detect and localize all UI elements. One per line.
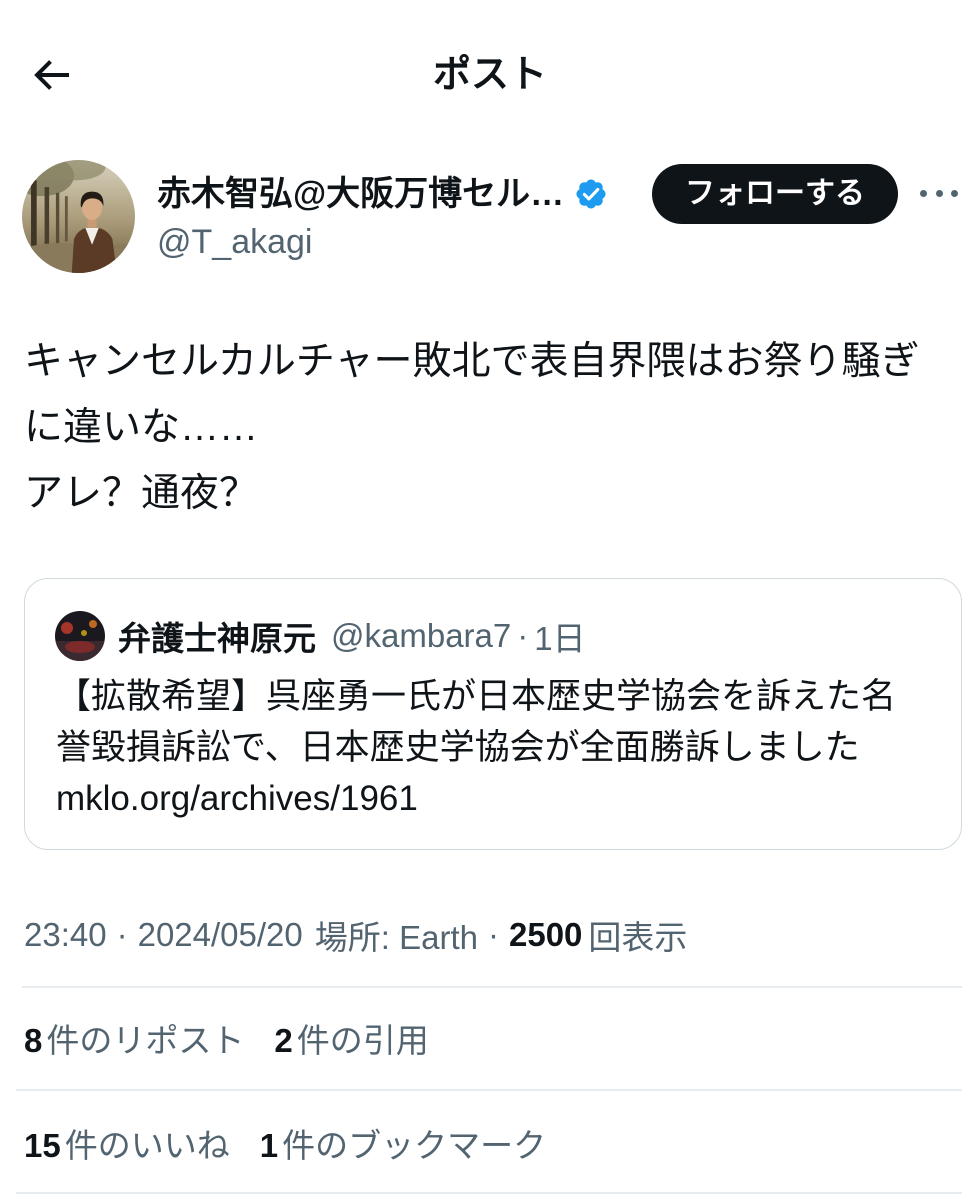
quote-timestamp: 1日	[534, 620, 586, 657]
quote-author-avatar	[55, 611, 105, 661]
arrow-left-icon	[34, 60, 69, 90]
quotes-label: 件の引用	[296, 1022, 429, 1059]
post-body: キャンセルカルチャー敗北で表自界隈はお祭り騒ぎ に違いな…… アレ？通夜？	[24, 329, 919, 527]
quote-text-line: 誉毀損訴訟で、日本歴史学協会が全面勝訴しました	[56, 728, 860, 767]
quote-body: 【拡散希望】呉座勇一氏が日本歴史学協会を訴えた名 誉毀損訴訟で、日本歴史学協会が…	[56, 671, 896, 824]
avatar-photo	[22, 160, 135, 273]
reposts-label: 件のリポスト	[46, 1022, 245, 1059]
likes-label: 件のいいね	[64, 1127, 230, 1164]
more-icon-dot	[935, 189, 943, 197]
page-title: ポスト	[432, 54, 547, 96]
post-text-line: アレ？通夜？	[24, 472, 259, 515]
quotes-link[interactable]: 2 件の引用	[274, 1014, 428, 1062]
follow-button[interactable]: フォローする	[652, 164, 898, 224]
author-avatar[interactable]	[22, 160, 135, 273]
more-options-button[interactable]	[916, 178, 962, 208]
post-text-line: キャンセルカルチャー敗北で表自界隈はお祭り騒ぎ	[24, 340, 920, 383]
engagement-row: 8 件のリポスト 2 件の引用	[24, 1013, 459, 1063]
divider	[22, 986, 962, 988]
more-icon-dot	[951, 189, 958, 197]
divider	[16, 1192, 962, 1194]
post-text-line: に違いな……	[24, 406, 259, 449]
post-date[interactable]: 2024/05/20	[138, 916, 303, 954]
quote-text-line: mklo.org/archives/1961	[56, 779, 418, 818]
quote-author-name: 弁護士神原元	[118, 620, 316, 657]
post-location: 場所: Earth	[314, 919, 478, 956]
divider	[16, 1089, 962, 1091]
reposts-count: 8	[24, 1022, 43, 1059]
author-display-name[interactable]: 赤木智弘@大阪万博セル…	[157, 168, 564, 220]
more-icon-dot	[920, 189, 927, 197]
post-time[interactable]: 23:40	[24, 916, 107, 954]
quote-separator: ·	[517, 617, 529, 654]
post-meta: 23:40 · 2024/05/20 場所: Earth · 2500 回表示	[24, 910, 687, 960]
avatar-photo	[55, 611, 105, 661]
engagement-row: 15 件のいいね 1 件のブックマーク	[24, 1118, 576, 1168]
bookmarks-label: 件のブックマーク	[282, 1127, 547, 1164]
quoted-post-card[interactable]: 弁護士神原元 @kambara7 · 1日 【拡散希望】呉座勇一氏が日本歴史学協…	[24, 578, 962, 850]
quote-header: 弁護士神原元 @kambara7 · 1日	[118, 612, 586, 660]
reposts-link[interactable]: 8 件のリポスト	[24, 1014, 244, 1062]
author-name-row[interactable]: 赤木智弘@大阪万博セル…	[157, 168, 608, 220]
likes-count: 15	[24, 1127, 61, 1164]
quotes-count: 2	[274, 1022, 293, 1059]
verified-badge-icon	[576, 179, 606, 209]
meta-separator: ·	[487, 916, 499, 953]
bookmarks-link[interactable]: 1 件のブックマーク	[260, 1119, 546, 1167]
views-label[interactable]: 回表示	[588, 911, 687, 959]
meta-separator: ·	[116, 916, 128, 953]
quote-author-handle: @kambara7	[331, 617, 512, 654]
views-count[interactable]: 2500	[509, 916, 582, 954]
quote-text-line: 【拡散希望】呉座勇一氏が日本歴史学協会を訴えた名	[56, 677, 897, 716]
likes-link[interactable]: 15 件のいいね	[24, 1119, 230, 1167]
bookmarks-count: 1	[259, 1127, 279, 1164]
author-handle[interactable]: @T_akagi	[157, 218, 312, 266]
back-button[interactable]	[24, 50, 78, 100]
